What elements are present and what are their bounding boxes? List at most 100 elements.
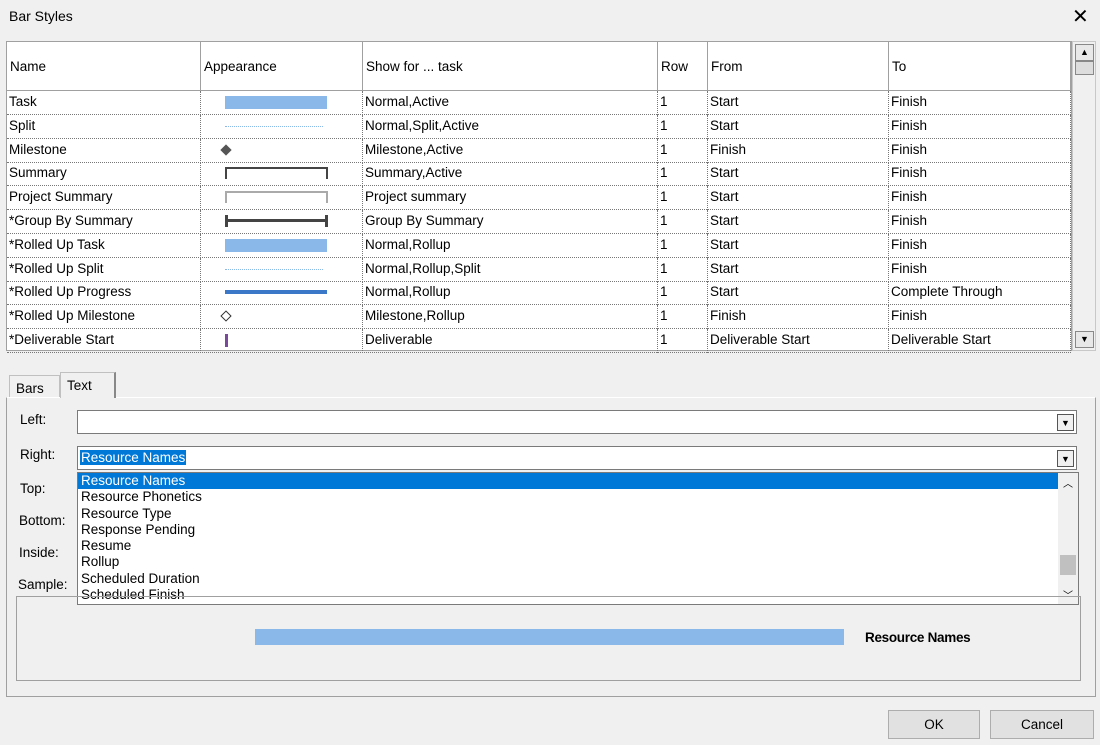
tab-bars[interactable]: Bars — [9, 375, 60, 398]
table-row[interactable]: *Deliverable Start Deliverable 1 Deliverabl… — [7, 329, 1071, 353]
field-dropdown-list[interactable]: Resource Names Resource Phonetics Resource… — [77, 472, 1079, 605]
bar-styles-table[interactable]: Name Appearance Show for ... task Row From To… — [6, 41, 1072, 353]
cell-from[interactable]: Start — [708, 114, 889, 139]
close-icon[interactable]: ✕ — [1072, 4, 1089, 29]
cell-from[interactable]: Start — [708, 257, 889, 282]
dropdown-option[interactable]: Resource Phonetics — [78, 489, 1058, 505]
cell-to[interactable]: Finish — [889, 186, 1071, 211]
appearance-group-summary-icon[interactable] — [201, 210, 363, 234]
cell-to[interactable]: Finish — [889, 114, 1071, 139]
scroll-thumb[interactable] — [1060, 555, 1076, 575]
cell-show_for[interactable]: Normal,Rollup — [363, 233, 658, 258]
cell-to[interactable]: Finish — [889, 257, 1071, 282]
table-row[interactable]: *Rolled Up Task Normal,Rollup 1 Start Finish — [7, 233, 1071, 258]
table-row[interactable]: Project Summary Project summary 1 Start Fini… — [7, 186, 1071, 211]
left-combobox[interactable]: ▼ — [77, 410, 1077, 434]
scroll-down-icon[interactable]: ▼ — [1075, 331, 1094, 348]
column-header[interactable]: Appearance — [201, 42, 363, 91]
cell-to[interactable]: Deliverable Start — [889, 329, 1071, 353]
cell-to[interactable]: Finish — [889, 210, 1071, 234]
cell-name[interactable]: *Rolled Up Progress — [7, 281, 201, 306]
dropdown-option[interactable]: Response Pending — [78, 522, 1058, 538]
dropdown-option[interactable]: Rollup — [78, 554, 1058, 570]
dropdown-option[interactable]: Resume — [78, 538, 1058, 554]
cell-show_for[interactable]: Summary,Active — [363, 162, 658, 187]
appearance-bar-icon[interactable] — [201, 91, 363, 115]
cell-to[interactable]: Finish — [889, 162, 1071, 187]
scroll-thumb[interactable] — [1075, 61, 1094, 75]
column-header[interactable]: To — [889, 42, 1071, 91]
cell-to[interactable]: Finish — [889, 138, 1071, 163]
cell-show_for[interactable]: Milestone,Active — [363, 138, 658, 163]
cell-row[interactable]: 1 — [658, 329, 708, 353]
cell-name[interactable]: Milestone — [7, 138, 201, 163]
column-header[interactable]: Show for ... task — [363, 42, 658, 91]
right-value[interactable]: Resource Names — [80, 450, 187, 465]
chevron-down-icon[interactable]: ▼ — [1057, 450, 1074, 467]
cell-name[interactable]: Summary — [7, 162, 201, 187]
cell-show_for[interactable]: Normal,Split,Active — [363, 114, 658, 139]
dropdown-option[interactable]: Resource Names — [78, 473, 1058, 490]
cell-from[interactable]: Start — [708, 162, 889, 187]
cell-from[interactable]: Start — [708, 281, 889, 306]
chevron-down-icon[interactable]: ▼ — [1057, 414, 1074, 431]
cell-to[interactable]: Finish — [889, 305, 1071, 330]
appearance-progress-icon[interactable] — [201, 281, 363, 306]
cell-from[interactable]: Start — [708, 233, 889, 258]
appearance-deliverable-icon[interactable] — [201, 329, 363, 353]
appearance-diamond-icon[interactable] — [201, 138, 363, 163]
column-header[interactable]: From — [708, 42, 889, 91]
table-scrollbar[interactable]: ▲ ▼ — [1072, 41, 1096, 351]
cell-name[interactable]: Task — [7, 91, 201, 115]
ok-button[interactable]: OK — [888, 710, 980, 739]
cell-show_for[interactable]: Milestone,Rollup — [363, 305, 658, 330]
dropdown-scrollbar[interactable]: ︿ ﹀ — [1058, 473, 1078, 604]
cell-row[interactable]: 1 — [658, 186, 708, 211]
cell-to[interactable]: Complete Through — [889, 281, 1071, 306]
cell-from[interactable]: Finish — [708, 305, 889, 330]
cell-name[interactable]: Split — [7, 114, 201, 139]
table-row[interactable]: Milestone Milestone,Active 1 Finish Finish — [7, 138, 1071, 163]
cell-name[interactable]: Project Summary — [7, 186, 201, 211]
appearance-hollow-diamond-icon[interactable] — [201, 305, 363, 330]
right-combobox[interactable]: Resource Names ▼ — [77, 446, 1077, 470]
cell-from[interactable]: Finish — [708, 138, 889, 163]
cell-row[interactable]: 1 — [658, 305, 708, 330]
cell-show_for[interactable]: Deliverable — [363, 329, 658, 353]
cell-from[interactable]: Start — [708, 186, 889, 211]
cell-name[interactable]: *Rolled Up Task — [7, 233, 201, 258]
cell-show_for[interactable]: Normal,Active — [363, 91, 658, 115]
cell-show_for[interactable]: Group By Summary — [363, 210, 658, 234]
table-row[interactable]: *Rolled Up Progress Normal,Rollup 1 Start Co… — [7, 281, 1071, 306]
cell-name[interactable]: *Group By Summary — [7, 210, 201, 234]
chevron-up-icon[interactable]: ︿ — [1063, 475, 1073, 490]
table-row[interactable]: *Rolled Up Milestone Milestone,Rollup 1 Fin… — [7, 305, 1071, 330]
appearance-project-summary-icon[interactable] — [201, 186, 363, 211]
appearance-dotted-icon[interactable] — [201, 257, 363, 282]
cancel-button[interactable]: Cancel — [990, 710, 1094, 739]
appearance-bar-icon[interactable] — [201, 233, 363, 258]
appearance-summary-icon[interactable] — [201, 162, 363, 187]
cell-show_for[interactable]: Normal,Rollup,Split — [363, 257, 658, 282]
cell-row[interactable]: 1 — [658, 162, 708, 187]
cell-name[interactable]: *Rolled Up Milestone — [7, 305, 201, 330]
cell-row[interactable]: 1 — [658, 281, 708, 306]
cell-row[interactable]: 1 — [658, 91, 708, 115]
cell-from[interactable]: Start — [708, 210, 889, 234]
cell-row[interactable]: 1 — [658, 257, 708, 282]
appearance-dotted-icon[interactable] — [201, 114, 363, 139]
cell-from[interactable]: Start — [708, 91, 889, 115]
table-row[interactable]: *Rolled Up Split Normal,Rollup,Split 1 Star… — [7, 257, 1071, 282]
table-row[interactable]: Split Normal,Split,Active 1 Start Finish — [7, 114, 1071, 139]
cell-show_for[interactable]: Project summary — [363, 186, 658, 211]
cell-show_for[interactable]: Normal,Rollup — [363, 281, 658, 306]
cell-name[interactable]: *Rolled Up Split — [7, 257, 201, 282]
column-header[interactable]: Name — [7, 42, 201, 91]
table-row[interactable]: Task Normal,Active 1 Start Finish — [7, 91, 1071, 115]
tab-text[interactable]: Text — [60, 372, 116, 398]
cell-from[interactable]: Deliverable Start — [708, 329, 889, 353]
table-row[interactable]: Summary Summary,Active 1 Start Finish — [7, 162, 1071, 187]
cell-row[interactable]: 1 — [658, 210, 708, 234]
column-header[interactable]: Row — [658, 42, 708, 91]
table-row[interactable]: *Group By Summary Group By Summary 1 Start F… — [7, 210, 1071, 234]
